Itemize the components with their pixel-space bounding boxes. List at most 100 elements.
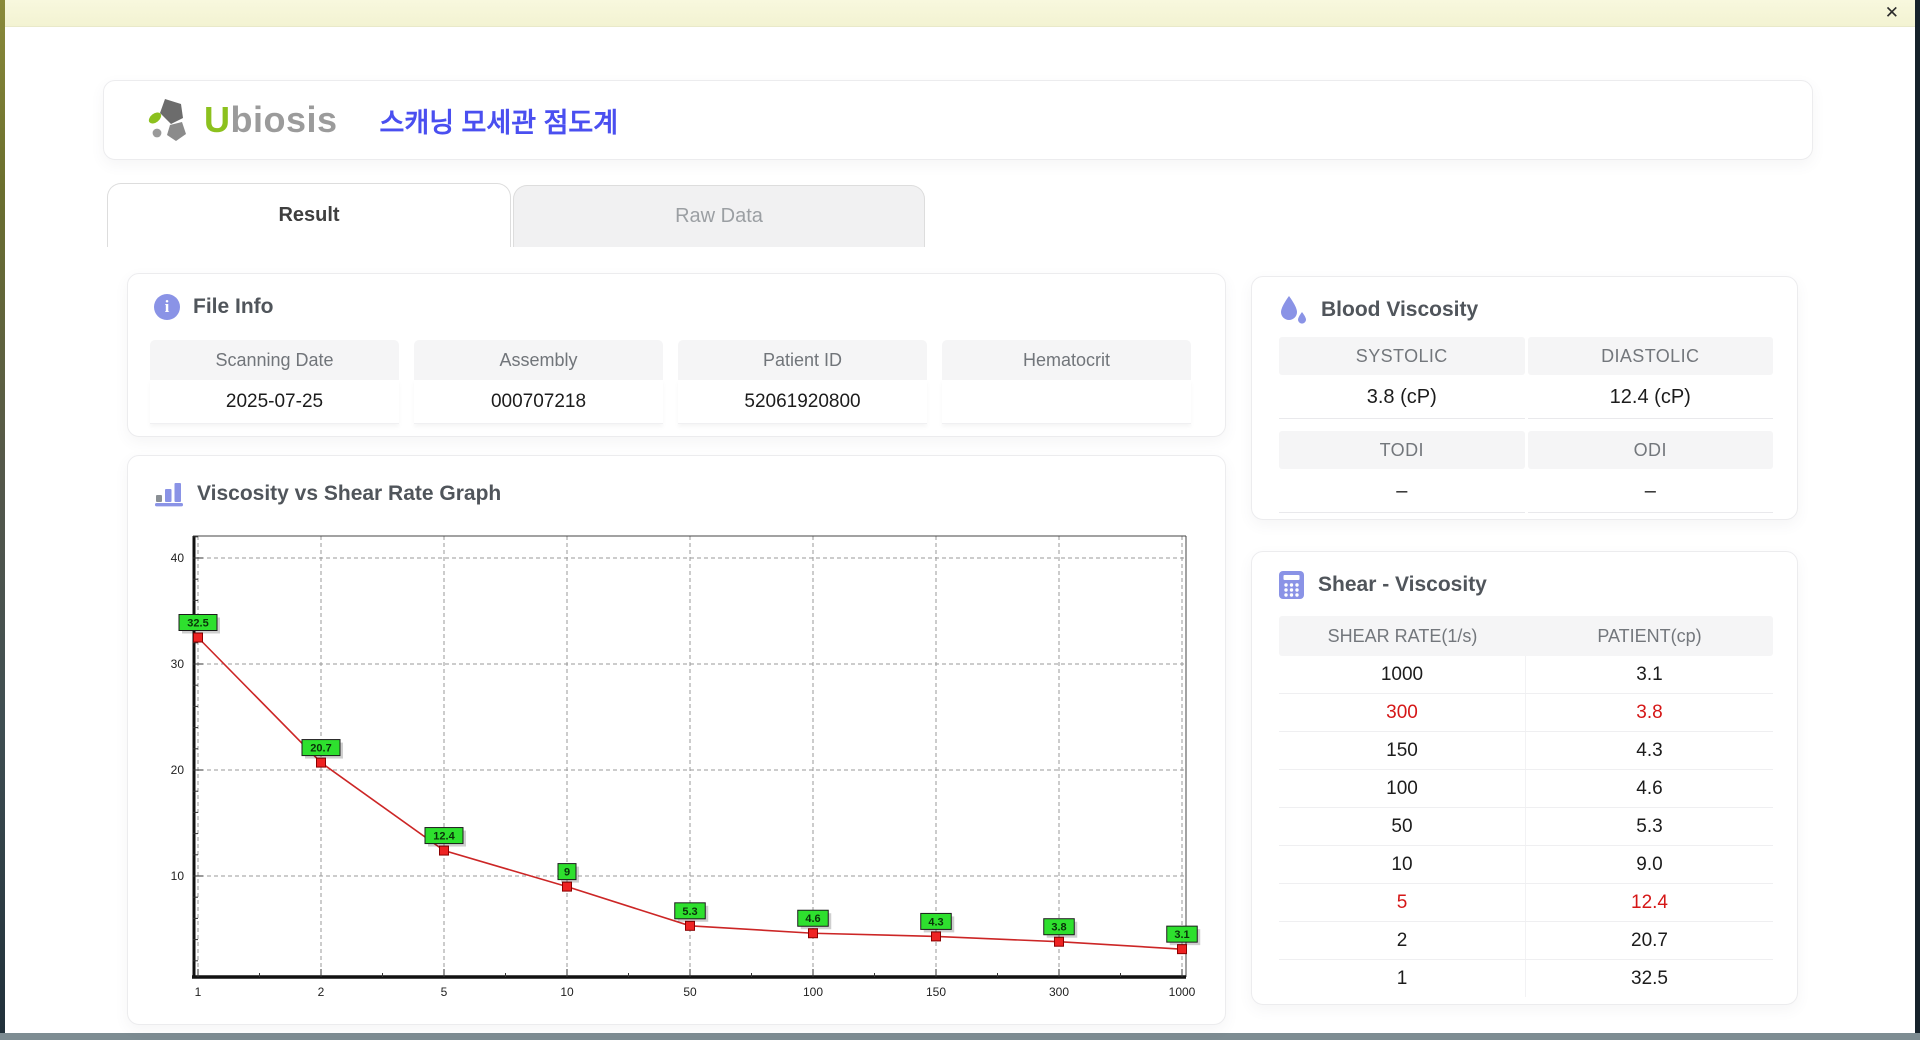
- bv-header-row: TODI ODI: [1279, 431, 1773, 469]
- shear-table-header: SHEAR RATE(1/s) PATIENT(cp): [1279, 616, 1773, 656]
- patient-value-cell: 3.1: [1636, 664, 1663, 685]
- shear-table: SHEAR RATE(1/s) PATIENT(cp) 1000 3.1 300 3.…: [1279, 616, 1773, 997]
- blood-viscosity-card: Blood Viscosity SYSTOLIC DIASTOLIC 3.8 (cP…: [1251, 276, 1798, 520]
- table-row: 300 3.8: [1279, 693, 1773, 731]
- field-value: 000707218: [414, 380, 663, 424]
- patient-value-cell: 3.8: [1636, 702, 1663, 723]
- ubiosis-logo-icon: [148, 99, 186, 141]
- file-info-title: File Info: [193, 295, 274, 318]
- svg-text:150: 150: [926, 985, 946, 999]
- close-icon[interactable]: ✕: [1885, 2, 1899, 24]
- graph-card: Viscosity vs Shear Rate Graph 10 20 30 40 1 2…: [127, 455, 1226, 1025]
- shear-viscosity-card: Shear - Viscosity SHEAR RATE(1/s) PATIEN…: [1251, 551, 1798, 1005]
- table-row: 50 5.3: [1279, 807, 1773, 845]
- bv-label-todi: TODI: [1279, 431, 1525, 469]
- svg-text:1000: 1000: [1169, 985, 1196, 999]
- bv-label-systolic: SYSTOLIC: [1279, 337, 1525, 375]
- svg-text:100: 100: [803, 985, 823, 999]
- bv-label-diastolic: DIASTOLIC: [1527, 337, 1773, 375]
- shear-viscosity-title: Shear - Viscosity: [1318, 573, 1487, 596]
- svg-text:32.5: 32.5: [187, 618, 208, 630]
- shear-rate-cell: 10: [1279, 846, 1526, 883]
- field-value: 52061920800: [678, 380, 927, 424]
- svg-text:3.1: 3.1: [1174, 929, 1189, 941]
- shear-rate-cell: 100: [1279, 770, 1526, 807]
- field-label: Assembly: [414, 340, 663, 380]
- field-label: Hematocrit: [942, 340, 1191, 380]
- bv-value-todi: –: [1279, 469, 1525, 513]
- table-row: 150 4.3: [1279, 731, 1773, 769]
- tab-result[interactable]: Result: [107, 183, 511, 247]
- screen: ✕ Ubiosis 스캐닝 모세관 점도계 Result Raw Data i …: [0, 0, 1920, 1040]
- patient-value-cell: 4.3: [1636, 740, 1663, 761]
- viscosity-chart: 10 20 30 40 1 2 5 10 50 100 150 300 1000 32.5 20.7 12.4…: [171, 535, 1201, 999]
- bv-value-odi: –: [1527, 469, 1773, 513]
- shear-rate-column-header: SHEAR RATE(1/s): [1327, 626, 1478, 646]
- shear-rate-cell: 1: [1279, 960, 1526, 997]
- tab-raw-data[interactable]: Raw Data: [513, 185, 925, 247]
- table-row: 1 32.5: [1279, 959, 1773, 997]
- table-row: 10 9.0: [1279, 845, 1773, 883]
- svg-text:20: 20: [171, 763, 185, 777]
- taskbar-edge: [0, 1033, 1920, 1040]
- header-card: Ubiosis 스캐닝 모세관 점도계: [103, 80, 1813, 160]
- svg-text:30: 30: [171, 657, 185, 671]
- table-row: 1000 3.1: [1279, 656, 1773, 693]
- file-info-field-scanning-date: Scanning Date 2025-07-25: [150, 340, 399, 424]
- file-info-field-hematocrit: Hematocrit: [942, 340, 1191, 424]
- file-info-fields: Scanning Date 2025-07-25 Assembly 000707218…: [150, 340, 1191, 424]
- brand-text: Ubiosis: [204, 99, 338, 141]
- field-value: 2025-07-25: [150, 380, 399, 424]
- blood-viscosity-title: Blood Viscosity: [1321, 298, 1479, 321]
- shear-rate-cell: 150: [1279, 732, 1526, 769]
- svg-text:3.8: 3.8: [1051, 922, 1066, 934]
- table-row: 5 12.4: [1279, 883, 1773, 921]
- shear-rate-cell: 5: [1279, 884, 1526, 921]
- desktop-edge-right: [1915, 0, 1920, 1033]
- patient-value-cell: 9.0: [1636, 854, 1663, 875]
- svg-text:4.3: 4.3: [928, 916, 943, 928]
- droplets-icon: [1281, 296, 1306, 324]
- svg-text:5: 5: [441, 985, 448, 999]
- blood-viscosity-grid: SYSTOLIC DIASTOLIC 3.8 (cP) 12.4 (cP) TODI OD…: [1279, 337, 1773, 513]
- app-title: 스캐닝 모세관 점도계: [379, 107, 619, 138]
- svg-text:9: 9: [564, 867, 570, 879]
- field-label: Scanning Date: [150, 340, 399, 380]
- bv-value-systolic: 3.8 (cP): [1279, 375, 1525, 419]
- brand-logo: Ubiosis: [146, 97, 338, 143]
- bv-value-diastolic: 12.4 (cP): [1527, 375, 1773, 419]
- desktop-edge-left: [0, 0, 5, 1033]
- shear-viscosity-title-row: Shear - Viscosity: [1278, 570, 1487, 600]
- bv-value-row: 3.8 (cP) 12.4 (cP): [1279, 375, 1773, 419]
- bar-chart-icon: [155, 483, 183, 507]
- svg-text:5.3: 5.3: [682, 906, 697, 918]
- file-info-field-assembly: Assembly 000707218: [414, 340, 663, 424]
- graph-title-row: Viscosity vs Shear Rate Graph: [154, 480, 501, 507]
- graph-title: Viscosity vs Shear Rate Graph: [197, 481, 502, 505]
- brand-rest: biosis: [230, 99, 338, 140]
- svg-text:12.4: 12.4: [433, 831, 455, 843]
- shear-table-body: 1000 3.1 300 3.8 150 4.3 100 4.6 50 5.3 10 9.0 5 12.4…: [1279, 656, 1773, 997]
- file-info-title-row: i File Info: [154, 294, 274, 320]
- svg-text:300: 300: [1049, 985, 1069, 999]
- patient-value-cell: 32.5: [1631, 968, 1668, 989]
- svg-text:10: 10: [171, 869, 185, 883]
- file-info-field-patient-id: Patient ID 52061920800: [678, 340, 927, 424]
- svg-text:40: 40: [171, 551, 185, 565]
- shear-rate-cell: 2: [1279, 922, 1526, 959]
- file-info-card: i File Info Scanning Date 2025-07-25 Assem…: [127, 273, 1226, 437]
- patient-value-cell: 20.7: [1631, 930, 1668, 951]
- shear-rate-cell: 300: [1279, 694, 1526, 731]
- shear-rate-cell: 1000: [1279, 656, 1526, 693]
- svg-text:4.6: 4.6: [805, 913, 820, 925]
- svg-text:1: 1: [195, 985, 202, 999]
- svg-text:10: 10: [560, 985, 574, 999]
- brand-letter-u: U: [204, 99, 231, 140]
- svg-text:20.7: 20.7: [310, 743, 331, 755]
- field-label: Patient ID: [678, 340, 927, 380]
- bv-label-odi: ODI: [1527, 431, 1773, 469]
- table-row: 100 4.6: [1279, 769, 1773, 807]
- info-icon: i: [154, 294, 180, 320]
- blood-viscosity-title-row: Blood Viscosity: [1278, 295, 1478, 325]
